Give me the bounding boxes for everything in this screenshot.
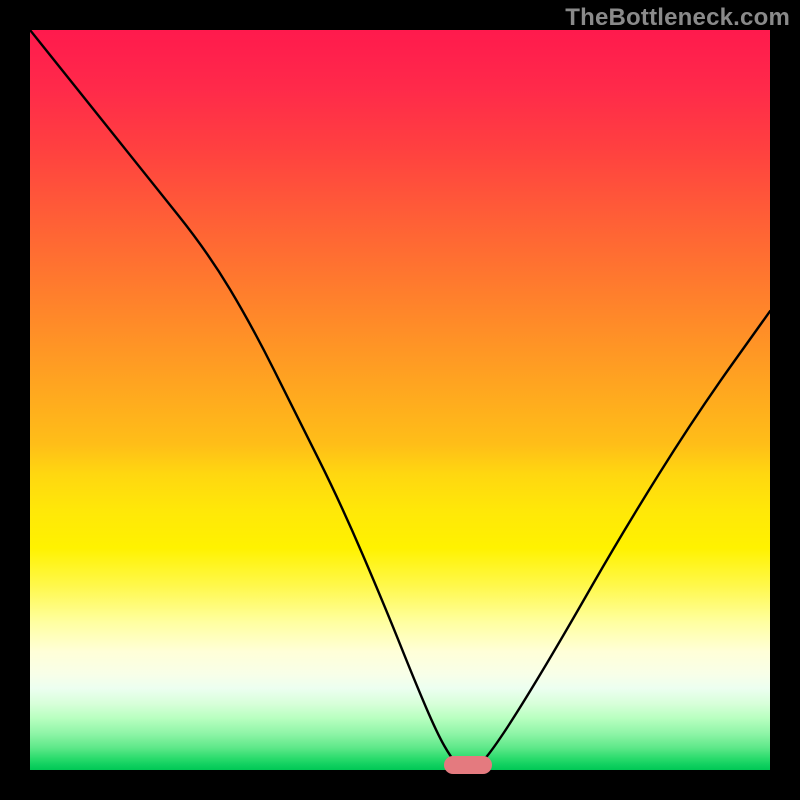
optimum-marker (444, 756, 492, 774)
watermark-text: TheBottleneck.com (565, 4, 790, 32)
chart-frame: TheBottleneck.com (0, 0, 800, 800)
bottleneck-curve (30, 30, 770, 770)
plot-area (30, 30, 770, 770)
